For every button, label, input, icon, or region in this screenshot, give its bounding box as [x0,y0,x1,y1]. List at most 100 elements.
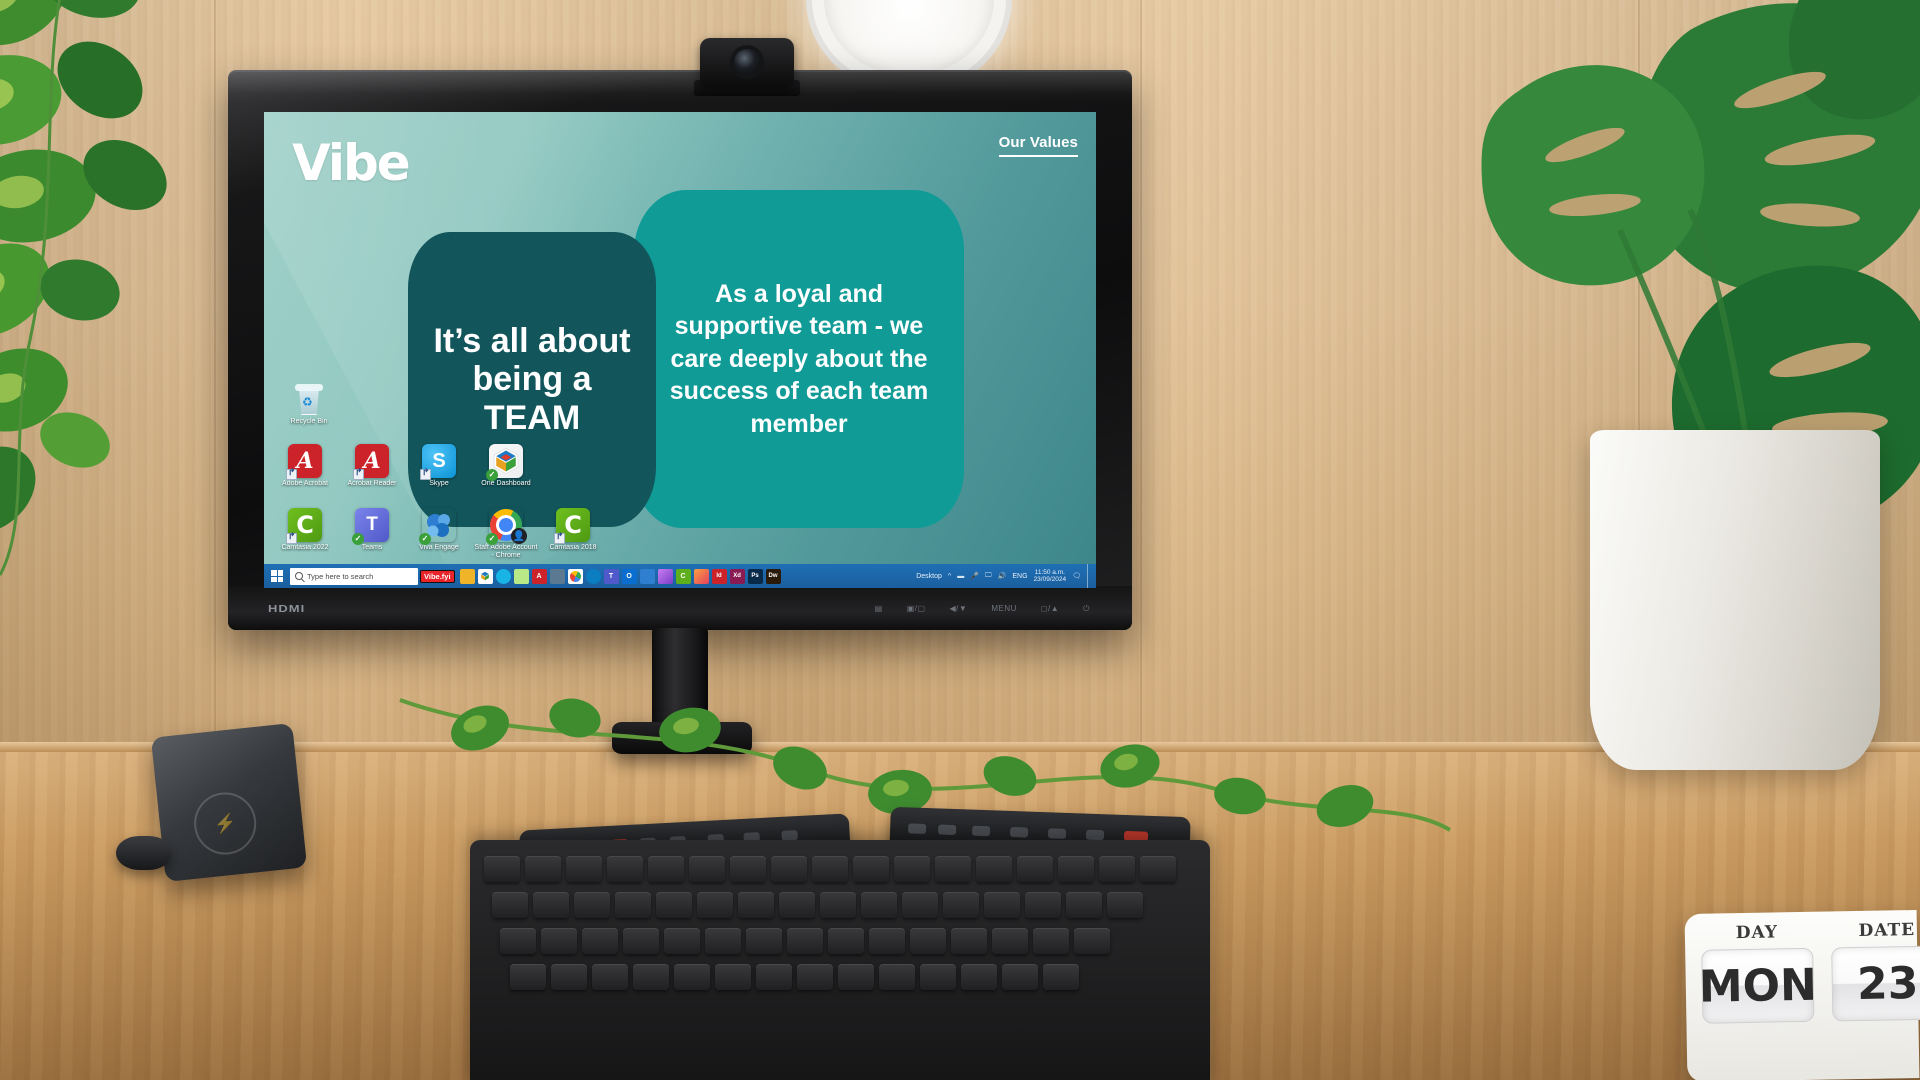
monitor-bezel-gloss [228,70,1132,104]
show-desktop-button[interactable] [1087,564,1091,588]
desktop-icon-camtasia-2022[interactable]: Camtasia 2022 [272,508,338,552]
keyboard[interactable] [470,840,1210,1080]
plant-pot [1590,430,1880,770]
dreamweaver-icon[interactable]: Dw [765,568,781,584]
microsoft-edge-icon[interactable] [585,568,601,584]
sync-check-icon: ✓ [486,533,498,545]
microphone-icon[interactable]: 🎤 [970,572,979,580]
osd-button-menu[interactable]: MENU [991,604,1017,614]
google-chrome-icon: 👤 ✓ [486,508,527,545]
skype-icon: S [420,444,456,480]
sync-check-icon: ✓ [419,533,431,545]
desktop-icon-label: Viva Engage [419,544,459,551]
flip-clock-date-value: 23 [1831,945,1920,1022]
display-icon[interactable]: 🖵 [985,572,992,580]
osd-button-mode[interactable]: ▣/▢ [907,604,926,614]
adobe-acrobat-icon [286,444,322,480]
skype-icon[interactable] [495,568,511,584]
windows-logo-icon [271,570,283,582]
profile-avatar-icon: 👤 [511,528,527,544]
desktop-icon-label: Camtasia 2022 [281,544,329,551]
onenote-icon[interactable] [513,568,529,584]
desktop-icon-label: Acrobat Reader [347,480,397,487]
sync-check-icon: ✓ [486,469,498,481]
desktop-icon-teams[interactable]: ✓ Teams [339,508,405,552]
desktop-icon-recycle-bin[interactable]: ♻ Recycle Bin [276,382,342,426]
shortcut-arrow-icon [286,469,297,480]
desktop-icon-adobe-acrobat[interactable]: Adobe Acrobat [272,444,338,488]
search-input[interactable]: Type here to search [290,567,418,585]
monitor-bottom-bezel: HDMI ▤ ▣/▢ ◀/▼ MENU ◻/▲ ⏻ [228,586,1132,630]
viva-engage-icon[interactable] [639,568,655,584]
premiere-icon[interactable] [657,568,673,584]
desktop-icon-skype[interactable]: S Skype [406,444,472,488]
taskbar: Type here to search Vibe.fyi A T O C Id … [264,564,1096,588]
acrobat-reader-icon [353,444,389,480]
file-explorer-icon[interactable] [459,568,475,584]
desk-puck [116,836,172,870]
desktop-icon-staff-adobe-chrome[interactable]: 👤 ✓ Staff Adobe Account - Chrome [473,508,539,560]
monitor-osd-buttons: ▤ ▣/▢ ◀/▼ MENU ◻/▲ ⏻ [875,604,1090,614]
google-chrome-icon[interactable] [567,568,583,584]
clock[interactable]: 11:50 a.m. 23/09/2024 [1034,569,1067,584]
charging-coil-icon: ⚡ [191,789,260,858]
desktop-icon-label: Adobe Acrobat [282,480,328,487]
desktop-icon-label: Skype [429,480,449,487]
search-placeholder: Type here to search [307,571,374,581]
flip-clock: DAY MON DATE 23 [1684,909,1920,1080]
shortcut-arrow-icon [353,469,364,480]
sync-check-icon: ✓ [352,533,364,545]
camtasia-icon[interactable]: C [675,568,691,584]
desktop-icon-label: One Dashboard [481,480,531,487]
chevron-up-icon[interactable]: ^ [948,573,951,580]
desktop-icon-camtasia-2018[interactable]: Camtasia 2018 [540,508,606,552]
monitor-screen[interactable]: Vibe Our Values As a loyal and supportiv… [264,112,1096,588]
hdmi-logo: HDMI [268,602,306,615]
notifications-icon[interactable]: 🗨 [1072,572,1081,580]
indesign-icon[interactable]: Id [711,568,727,584]
clock-time: 11:50 a.m. [1034,568,1065,576]
flip-clock-day-value: MON [1698,947,1817,1024]
adobe-acrobat-icon[interactable]: A [531,568,547,584]
microsoft-teams-icon: ✓ [352,508,389,545]
wireless-charging-pad: ⚡ [150,722,308,883]
osd-button-up[interactable]: ◻/▲ [1041,604,1059,614]
volume-icon[interactable]: 🔊 [998,572,1007,580]
osd-button-power[interactable]: ⏻ [1083,604,1090,614]
tray-desktop-label[interactable]: Desktop [916,573,942,580]
viva-engage-icon: ✓ [419,508,456,545]
flip-clock-date-header: DATE [1858,920,1916,942]
battery-icon[interactable]: ▬ [957,573,964,580]
webcam-lens-icon [734,49,760,75]
desktop-icon-viva-engage[interactable]: ✓ Viva Engage [406,508,472,552]
osd-button-down[interactable]: ◀/▼ [950,604,968,614]
vibe-fyi-badge[interactable]: Vibe.fyi [420,569,455,583]
recycle-bin-icon: ♻ [294,382,324,416]
one-dashboard-icon: ✓ [486,444,523,481]
desktop-icon-label: Staff Adobe Account - Chrome [474,544,538,560]
desk-scene: Vibe Our Values As a loyal and supportiv… [0,0,1920,1080]
monitor: Vibe Our Values As a loyal and supportiv… [228,70,1132,630]
calculator-icon[interactable] [549,568,565,584]
microsoft-teams-icon[interactable]: T [603,568,619,584]
outlook-icon[interactable]: O [621,568,637,584]
photoshop-icon[interactable]: Ps [747,568,763,584]
desktop-icon-label: Camtasia 2018 [549,544,597,551]
shortcut-arrow-icon [420,469,431,480]
wall-panel-seam [1140,0,1142,760]
desktop-icon-acrobat-reader[interactable]: Acrobat Reader [339,444,405,488]
adobe-xd-icon[interactable]: Xd [729,568,745,584]
search-icon [295,572,303,580]
one-dashboard-icon[interactable] [477,568,493,584]
camtasia-icon [286,508,322,544]
flip-clock-day-header: DAY [1735,922,1779,944]
desktop-icon-one-dashboard[interactable]: ✓ One Dashboard [473,444,539,488]
instagram-icon[interactable] [693,568,709,584]
desktop-icons: ♻ Recycle Bin Adobe Acrobat Acrobat Read… [264,112,1096,588]
osd-button-input[interactable]: ▤ [875,604,883,614]
start-button[interactable] [264,564,290,588]
shortcut-arrow-icon [554,533,565,544]
flip-clock-date: DATE 23 [1831,920,1920,1022]
language-indicator[interactable]: ENG [1012,573,1027,580]
flip-clock-day: DAY MON [1698,922,1817,1024]
